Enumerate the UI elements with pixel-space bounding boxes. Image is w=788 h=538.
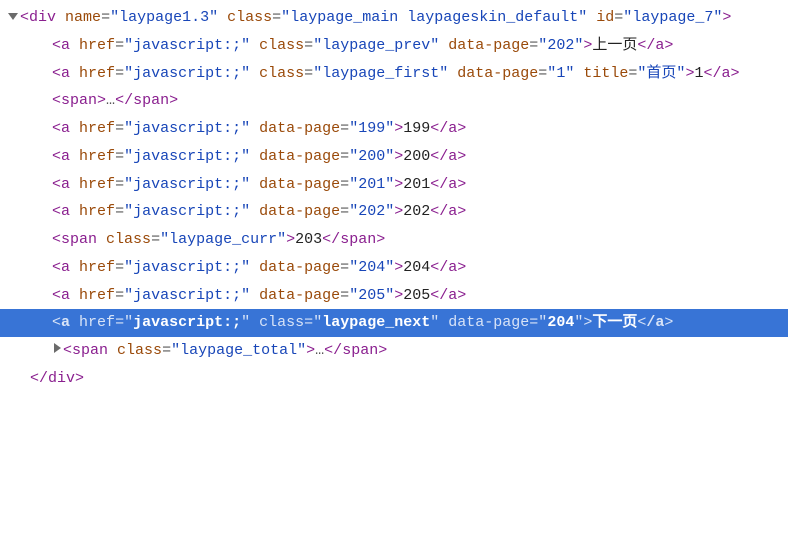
dom-node-a-prev[interactable]: <a href="javascript:;" class="laypage_pr… <box>8 32 780 60</box>
dom-node-a-first[interactable]: <a href="javascript:;" class="laypage_fi… <box>8 60 780 88</box>
dom-node-a-page[interactable]: <a href="javascript:;" data-page="205">2… <box>8 282 780 310</box>
dom-node-a-next-selected[interactable]: <a href="javascript:;" class="laypage_ne… <box>0 309 788 337</box>
text-prev: 上一页 <box>592 37 637 54</box>
dom-node-a-page[interactable]: <a href="javascript:;" data-page="199">1… <box>8 115 780 143</box>
expand-triangle-icon[interactable] <box>54 343 61 353</box>
dom-node-a-page[interactable]: <a href="javascript:;" data-page="200">2… <box>8 143 780 171</box>
dom-node-a-page[interactable]: <a href="javascript:;" data-page="204">2… <box>8 254 780 282</box>
text-next: 下一页 <box>592 314 637 331</box>
dom-node-a-page[interactable]: <a href="javascript:;" data-page="201">2… <box>8 171 780 199</box>
expand-triangle-icon[interactable] <box>8 13 18 20</box>
dom-node-span-curr[interactable]: <span class="laypage_curr">203</span> <box>8 226 780 254</box>
dom-node-a-page[interactable]: <a href="javascript:;" data-page="202">2… <box>8 198 780 226</box>
dom-node-span-total[interactable]: <span class="laypage_total">…</span> <box>8 337 780 365</box>
dom-node-div-close[interactable]: </div> <box>8 365 780 393</box>
dom-node-span-ellipsis[interactable]: <span>…</span> <box>8 87 780 115</box>
dom-node-div-open[interactable]: <div name="laypage1.3" class="laypage_ma… <box>8 4 780 32</box>
